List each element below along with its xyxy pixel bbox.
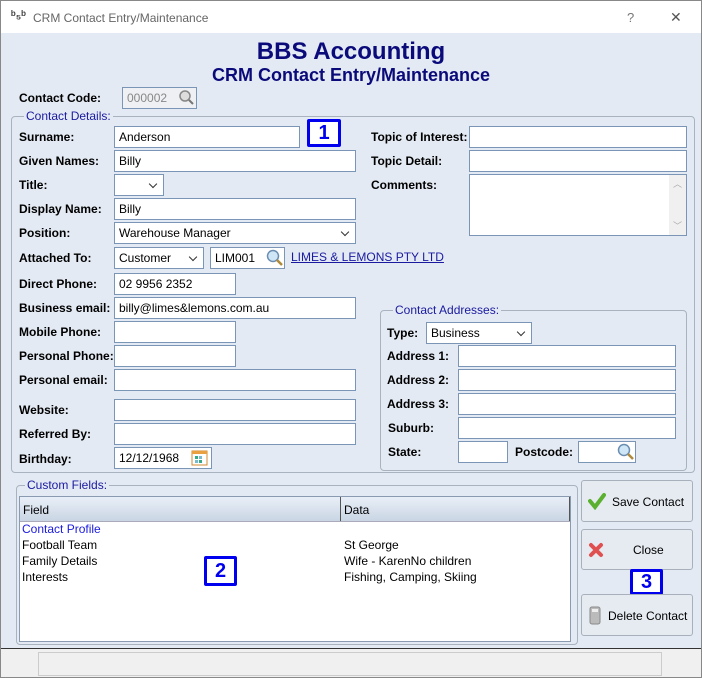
status-panel [38, 652, 662, 676]
business-email-label: Business email: [19, 301, 111, 315]
suburb-input[interactable] [458, 417, 676, 439]
title-label: Title: [19, 178, 48, 192]
scroll-down-icon[interactable]: ﹀ [673, 219, 682, 232]
table-row[interactable]: Contact Profile [22, 522, 562, 536]
app-logo-icon: ᵇ₅ᵇ [11, 8, 26, 22]
field-cell: Interests [22, 570, 69, 584]
state-label: State: [388, 445, 422, 459]
search-icon[interactable] [266, 249, 284, 267]
topic-detail-input[interactable] [469, 150, 687, 172]
business-email-input[interactable]: billy@limes&lemons.com.au [114, 297, 356, 319]
given-names-input[interactable]: Billy [114, 150, 356, 172]
website-label: Website: [19, 403, 69, 417]
website-input[interactable] [114, 399, 356, 421]
field-cell: Family Details [22, 554, 98, 568]
position-label: Position: [19, 226, 71, 240]
personal-email-label: Personal email: [19, 373, 108, 387]
topic-detail-label: Topic Detail: [371, 154, 443, 168]
title-bar: ᵇ₅ᵇ CRM Contact Entry/Maintenance ? ✕ [0, 0, 702, 33]
comments-textarea[interactable] [469, 174, 687, 236]
data-cell: Fishing, Camping, Skiing [344, 570, 477, 584]
app-title: BBS Accounting [256, 38, 446, 65]
search-icon[interactable] [178, 89, 195, 106]
given-names-label: Given Names: [19, 154, 100, 168]
birthday-label: Birthday: [19, 452, 72, 466]
suburb-label: Suburb: [388, 421, 434, 435]
mobile-phone-label: Mobile Phone: [19, 325, 101, 339]
address1-input[interactable] [458, 345, 676, 367]
checkmark-icon [588, 493, 606, 510]
table-row[interactable]: Interests Fishing, Camping, Skiing [22, 570, 562, 584]
custom-fields-legend: Custom Fields: [25, 478, 110, 492]
direct-phone-label: Direct Phone: [19, 277, 98, 291]
table-row[interactable]: Family Details Wife - KarenNo children [22, 554, 562, 568]
personal-phone-input[interactable] [114, 345, 236, 367]
address-type-select[interactable]: Business [426, 322, 532, 344]
table-header: Field Data [20, 497, 570, 522]
mobile-phone-input[interactable] [114, 321, 236, 343]
address2-label: Address 2: [387, 373, 450, 387]
address2-input[interactable] [458, 369, 676, 391]
attached-to-label: Attached To: [19, 251, 92, 265]
postcode-label: Postcode: [515, 445, 574, 459]
calculator-icon [589, 606, 601, 625]
display-name-label: Display Name: [19, 202, 102, 216]
title-select[interactable] [114, 174, 164, 196]
personal-email-input[interactable] [114, 369, 356, 391]
contact-addresses-legend: Contact Addresses: [393, 303, 502, 317]
calendar-icon[interactable] [191, 450, 208, 466]
topic-of-interest-label: Topic of Interest: [371, 130, 468, 144]
contact-code-value: 000002 [127, 91, 168, 105]
marker-2: 2 [204, 556, 237, 586]
contact-code-label: Contact Code: [19, 91, 101, 105]
close-label: Close [633, 543, 664, 557]
referred-by-input[interactable] [114, 423, 356, 445]
delete-contact-button[interactable]: Delete Contact [581, 594, 693, 636]
state-input[interactable] [458, 441, 508, 463]
surname-input[interactable]: Anderson [114, 126, 300, 148]
attached-code-value: LIM001 [215, 251, 256, 265]
contact-details-legend: Contact Details: [24, 109, 113, 123]
address3-label: Address 3: [387, 397, 450, 411]
field-cell: Football Team [22, 538, 98, 552]
column-header-field[interactable]: Field [23, 503, 49, 517]
address1-label: Address 1: [387, 349, 450, 363]
surname-label: Surname: [19, 130, 75, 144]
status-bar [1, 648, 701, 678]
address-type-label: Type: [387, 326, 419, 340]
save-contact-button[interactable]: Save Contact [581, 480, 693, 522]
position-select[interactable]: Warehouse Manager [114, 222, 356, 244]
attached-company-link[interactable]: LIMES & LEMONS PTY LTD [291, 250, 444, 264]
close-x-icon [589, 543, 603, 557]
column-header-data[interactable]: Data [344, 503, 369, 517]
direct-phone-input[interactable]: 02 9956 2352 [114, 273, 236, 295]
personal-phone-label: Personal Phone: [19, 349, 114, 363]
page-title: CRM Contact Entry/Maintenance [211, 65, 491, 85]
group-header-cell: Contact Profile [22, 522, 101, 536]
table-row[interactable]: Football Team St George [22, 538, 562, 552]
save-contact-label: Save Contact [612, 495, 685, 509]
address3-input[interactable] [458, 393, 676, 415]
marker-3: 3 [630, 569, 663, 595]
close-button[interactable]: Close [581, 529, 693, 570]
birthday-value: 12/12/1968 [119, 451, 180, 465]
close-window-button[interactable]: ✕ [670, 9, 682, 26]
attached-type-select[interactable]: Customer [114, 247, 204, 269]
column-divider[interactable] [340, 497, 341, 521]
help-button[interactable]: ? [627, 10, 634, 25]
topic-of-interest-input[interactable] [469, 126, 687, 148]
scroll-up-icon[interactable]: ︿ [673, 177, 682, 190]
comments-scrollbar[interactable]: ︿ ﹀ [669, 175, 686, 235]
data-cell: St George [344, 538, 399, 552]
marker-1: 1 [307, 119, 341, 147]
custom-fields-table: Field Data Contact Profile Football Team… [19, 496, 571, 642]
comments-label: Comments: [371, 178, 438, 192]
column-divider [569, 497, 570, 521]
data-cell: Wife - KarenNo children [344, 554, 472, 568]
search-icon[interactable] [617, 443, 635, 461]
window-title: CRM Contact Entry/Maintenance [33, 11, 209, 25]
referred-by-label: Referred By: [19, 427, 92, 441]
display-name-input[interactable]: Billy [114, 198, 356, 220]
delete-contact-label: Delete Contact [608, 609, 688, 623]
